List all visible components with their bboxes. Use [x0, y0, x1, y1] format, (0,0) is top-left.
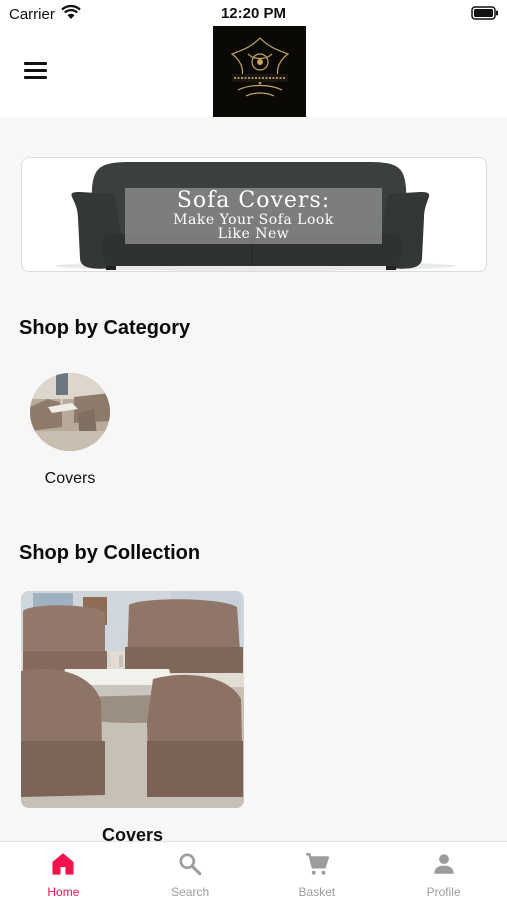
tab-basket[interactable]: Basket	[254, 842, 381, 900]
category-label: Covers	[44, 470, 96, 487]
person-icon	[433, 854, 454, 874]
collection-label: Covers	[101, 825, 164, 841]
banner-title: Sofa Covers:	[176, 188, 331, 213]
tab-profile-label: Profile	[426, 885, 461, 899]
tab-home[interactable]: Home	[0, 842, 127, 900]
promo-banner[interactable]: Sofa Covers: Make Your Sofa Look Like Ne…	[21, 157, 487, 272]
battery-icon	[471, 6, 498, 20]
clock: 12:20 PM	[220, 5, 287, 22]
banner-caption: Sofa Covers: Make Your Sofa Look Like Ne…	[125, 188, 382, 244]
app-header	[0, 26, 507, 117]
bottom-tab-bar: Home Search Basket Profile	[0, 841, 507, 900]
tab-search[interactable]: Search	[127, 842, 254, 900]
category-item-covers[interactable]: Covers	[30, 373, 110, 488]
collection-image	[21, 591, 244, 808]
home-icon	[52, 853, 74, 875]
brand-logo[interactable]	[213, 26, 306, 117]
tab-search-label: Search	[171, 885, 210, 899]
status-bar: Carrier 12:20 PM	[0, 0, 507, 26]
home-content[interactable]: Sofa Covers: Make Your Sofa Look Like Ne…	[0, 117, 507, 841]
search-icon	[179, 853, 202, 876]
tab-home-label: Home	[47, 885, 80, 899]
tab-profile[interactable]: Profile	[380, 842, 507, 900]
category-section-title: Shop by Category	[19, 317, 191, 339]
ornamental-logo-icon	[230, 36, 289, 97]
cart-icon	[306, 853, 329, 875]
category-image	[30, 373, 110, 451]
collection-item-covers[interactable]: Covers	[21, 591, 244, 841]
tab-basket-label: Basket	[298, 885, 336, 899]
collection-section-title: Shop by Collection	[19, 542, 201, 564]
banner-subtitle-line2: Like New	[217, 226, 290, 242]
hamburger-menu-icon[interactable]	[24, 62, 47, 80]
banner-subtitle-line1: Make Your Sofa Look	[173, 212, 334, 228]
